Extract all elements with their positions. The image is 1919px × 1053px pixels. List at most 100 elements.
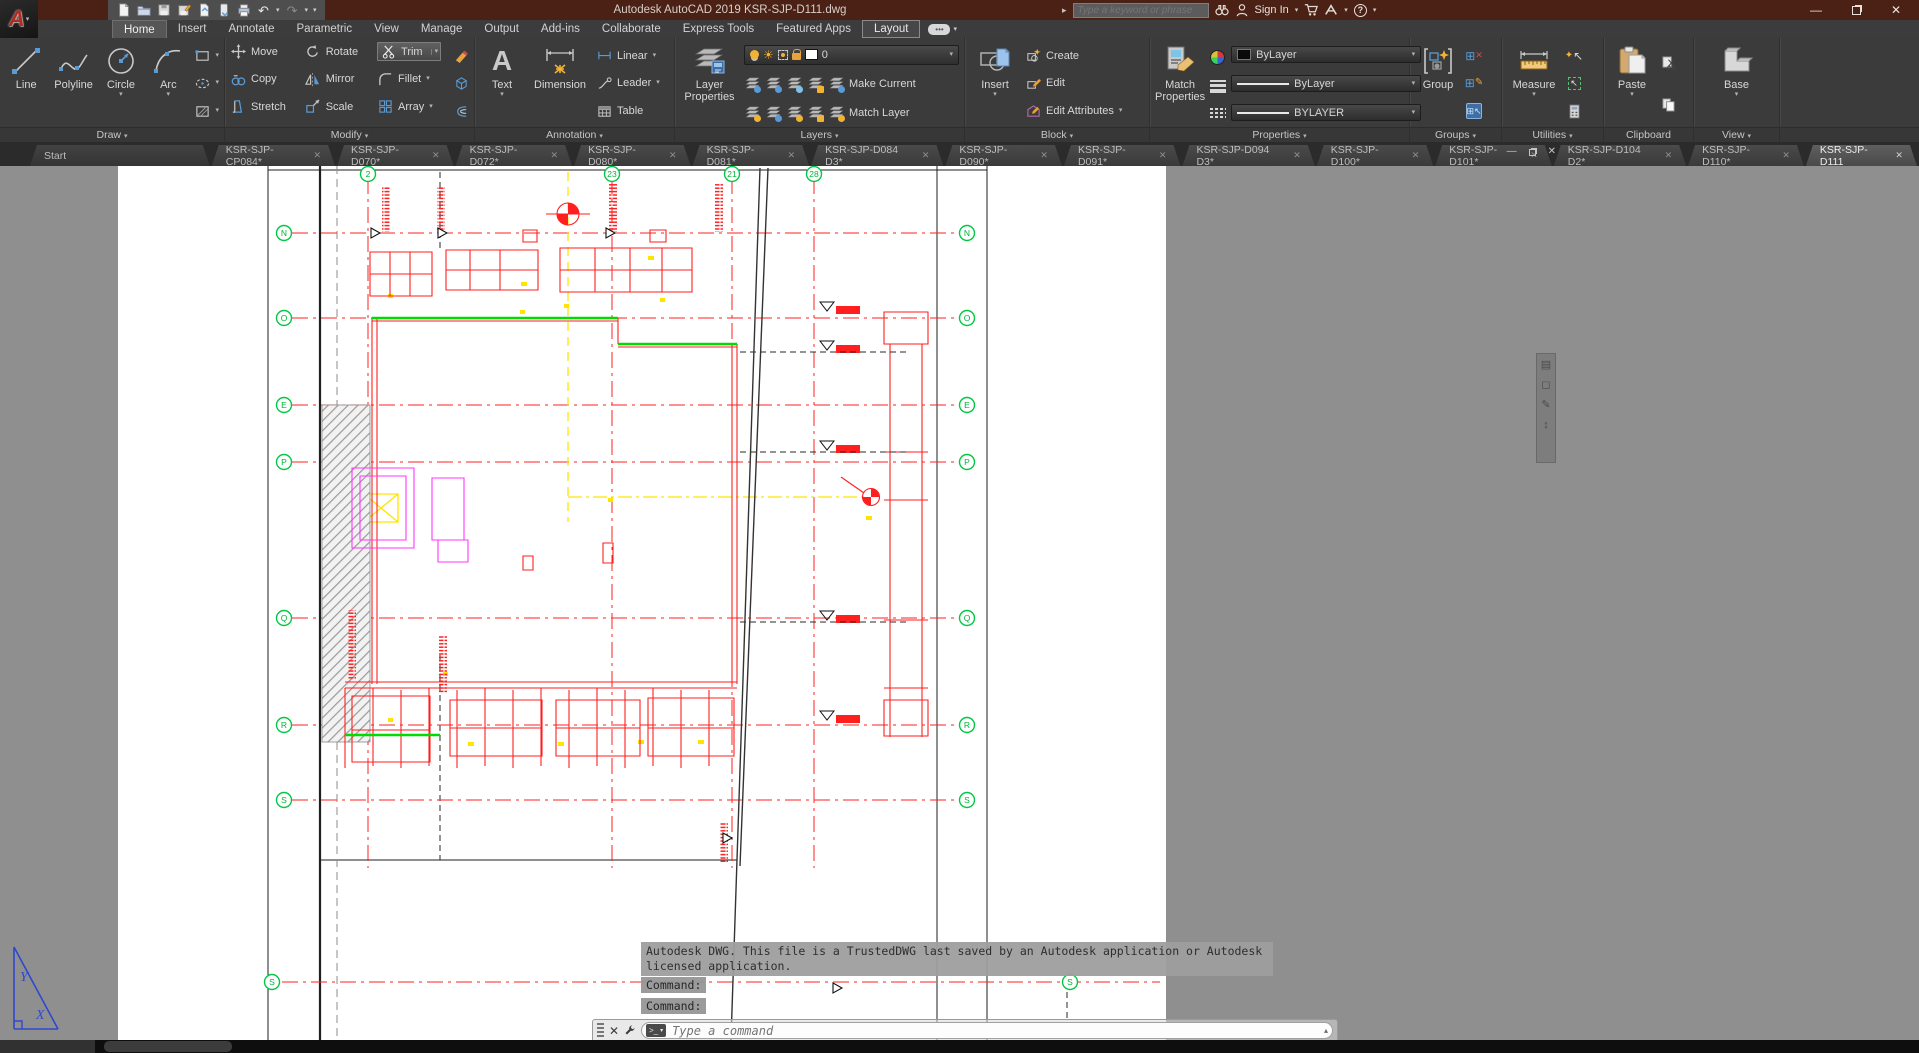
panel-label-layers[interactable]: Layers (675, 127, 964, 142)
group-select-toggle[interactable]: ⊞↖ (1466, 103, 1482, 119)
tab-annotate[interactable]: Annotate (217, 20, 285, 38)
tab-close-icon[interactable]: ✕ (314, 150, 322, 161)
panel-label-annotation[interactable]: Annotation (475, 127, 674, 142)
file-tab[interactable]: KSR-SJP-D084 D3*✕ (811, 145, 943, 166)
panel-label-utilities[interactable]: Utilities (1502, 127, 1603, 142)
autodesk-dropdown[interactable]: ▾ (1344, 6, 1348, 14)
restore-button[interactable] (1852, 6, 1861, 15)
file-tab[interactable]: KSR-SJP-D091*✕ (1064, 145, 1181, 166)
command-close-icon[interactable]: ✕ (609, 1025, 619, 1037)
tab-close-icon[interactable]: ✕ (1293, 150, 1301, 161)
search-expand-icon[interactable]: ▸ (1062, 5, 1067, 16)
line-button[interactable]: Line (5, 40, 47, 127)
drawing-close-button[interactable]: ✕ (1548, 147, 1556, 157)
trim-dropdown[interactable]: ▾ (431, 49, 439, 55)
text-button[interactable]: A Text ▾ (480, 40, 524, 127)
circle-button[interactable]: Circle ▾ (100, 40, 142, 127)
quick-calc-button[interactable] (1566, 103, 1582, 119)
linear-dropdown[interactable]: ▾ (653, 53, 657, 59)
color-wheel-icon[interactable] (1210, 50, 1225, 65)
file-tab[interactable]: KSR-SJP-D110*✕ (1688, 145, 1804, 166)
array-button[interactable]: Array▾ (377, 97, 448, 116)
tab-collaborate[interactable]: Collaborate (591, 20, 672, 38)
arc-button[interactable]: Arc ▾ (147, 40, 189, 127)
drawing-canvas[interactable]: NNOOEEPPQQRRSS2232128SS (0, 166, 1919, 1040)
select-similar-button[interactable]: ✦↖ (1566, 48, 1582, 64)
autodesk-360-button[interactable] (1324, 3, 1338, 17)
ribbon-display-caret-icon[interactable]: ▾ (953, 25, 957, 33)
drawing-minimize-button[interactable]: — (1507, 147, 1517, 157)
erase-button[interactable] (453, 48, 469, 64)
tab-close-icon[interactable]: ✕ (669, 150, 677, 161)
tab-parametric[interactable]: Parametric (286, 20, 364, 38)
leader-button[interactable]: Leader▾ (596, 74, 669, 93)
insert-dropdown[interactable]: ▾ (993, 92, 997, 98)
command-prompt-icon[interactable]: >_▾ (646, 1024, 666, 1037)
dimension-button[interactable]: Dimension (529, 40, 591, 127)
group-button[interactable]: Group (1415, 40, 1461, 127)
file-tab[interactable]: KSR-SJP-D072*✕ (456, 145, 573, 166)
file-tab[interactable]: KSR-SJP-D081*✕ (693, 145, 810, 166)
tab-add-ins[interactable]: Add-ins (530, 20, 591, 38)
drawing-restore-button[interactable] (1529, 149, 1536, 156)
create-block-button[interactable]: Create (1025, 46, 1144, 65)
rectangle-button[interactable]: ▾ (195, 46, 220, 65)
file-tab-start[interactable]: Start (30, 145, 210, 166)
lineweight-icon[interactable] (1210, 80, 1226, 93)
quick-select-button[interactable]: ↖ (1566, 75, 1582, 91)
cut-button[interactable] (1660, 55, 1676, 71)
sign-in-dropdown[interactable]: ▾ (1295, 6, 1299, 14)
paste-button[interactable]: Paste ▾ (1609, 40, 1655, 127)
help-search-input[interactable] (1073, 3, 1209, 18)
app-store-button[interactable] (1304, 3, 1318, 17)
tab-close-icon[interactable]: ✕ (1412, 150, 1420, 161)
lineweight-selector[interactable]: ByLayer ▾ (1231, 75, 1421, 92)
linetype-selector[interactable]: BYLAYER ▾ (1231, 104, 1421, 121)
file-tab[interactable]: KSR-SJP-D090*✕ (945, 145, 1062, 166)
linear-button[interactable]: Linear▾ (596, 46, 669, 65)
make-current-button[interactable]: Make Current (744, 74, 959, 93)
tab-view[interactable]: View (363, 20, 410, 38)
hatch-button[interactable]: ▾ (195, 102, 220, 121)
match-properties-button[interactable]: Match Properties (1155, 40, 1205, 127)
panel-label-draw[interactable]: Draw (0, 127, 224, 142)
palette-edit-icon[interactable]: ✎ (1541, 400, 1550, 411)
command-line-bar[interactable]: ✕ >_▾ ▴ (592, 1019, 1338, 1040)
tab-close-icon[interactable]: ✕ (551, 150, 559, 161)
match-layer-button[interactable]: Match Layer (744, 103, 959, 122)
measure-button[interactable]: Measure ▾ (1507, 40, 1561, 127)
file-tab[interactable]: KSR-SJP-D094 D3*✕ (1182, 145, 1314, 166)
close-button[interactable]: ✕ (1891, 4, 1901, 16)
command-recent-toggle-icon[interactable]: ▴ (1324, 1026, 1328, 1035)
tab-manage[interactable]: Manage (410, 20, 474, 38)
tab-featured-apps[interactable]: Featured Apps (765, 20, 862, 38)
edit-block-button[interactable]: Edit (1025, 74, 1144, 93)
explode-button[interactable] (453, 75, 469, 91)
rectangle-dropdown[interactable]: ▾ (216, 53, 220, 59)
tab-close-icon[interactable]: ✕ (922, 150, 930, 161)
palette-autohide-icon[interactable]: ↕ (1543, 420, 1549, 431)
arc-dropdown[interactable]: ▾ (167, 92, 171, 98)
tab-output[interactable]: Output (473, 20, 530, 38)
tab-close-icon[interactable]: ✕ (1895, 150, 1903, 161)
ellipse-button[interactable]: ▾ (195, 74, 220, 93)
fillet-dropdown[interactable]: ▾ (426, 76, 430, 82)
group-edit-button[interactable]: ⊞✎ (1466, 75, 1482, 91)
panel-label-properties[interactable]: Properties (1150, 127, 1409, 142)
help-dropdown[interactable]: ▾ (1373, 6, 1377, 14)
text-dropdown[interactable]: ▾ (500, 92, 504, 98)
fillet-button[interactable]: Fillet▾ (377, 70, 448, 89)
tab-close-icon[interactable]: ✕ (1782, 150, 1790, 161)
base-button[interactable]: Base ▾ (1712, 40, 1762, 127)
ungroup-button[interactable]: ⊞✕ (1466, 48, 1482, 64)
tab-express-tools[interactable]: Express Tools (672, 20, 765, 38)
table-button[interactable]: Table (596, 102, 669, 121)
layer-properties-button[interactable]: Layer Properties (680, 40, 739, 127)
command-customize-wrench-icon[interactable] (624, 1024, 636, 1038)
sign-in-label[interactable]: Sign In (1255, 4, 1289, 16)
file-tab[interactable]: KSR-SJP-D100*✕ (1317, 145, 1434, 166)
insert-button[interactable]: Insert ▾ (970, 40, 1020, 127)
circle-dropdown[interactable]: ▾ (119, 92, 123, 98)
search-button[interactable] (1215, 3, 1229, 17)
minimize-button[interactable]: — (1810, 4, 1822, 16)
